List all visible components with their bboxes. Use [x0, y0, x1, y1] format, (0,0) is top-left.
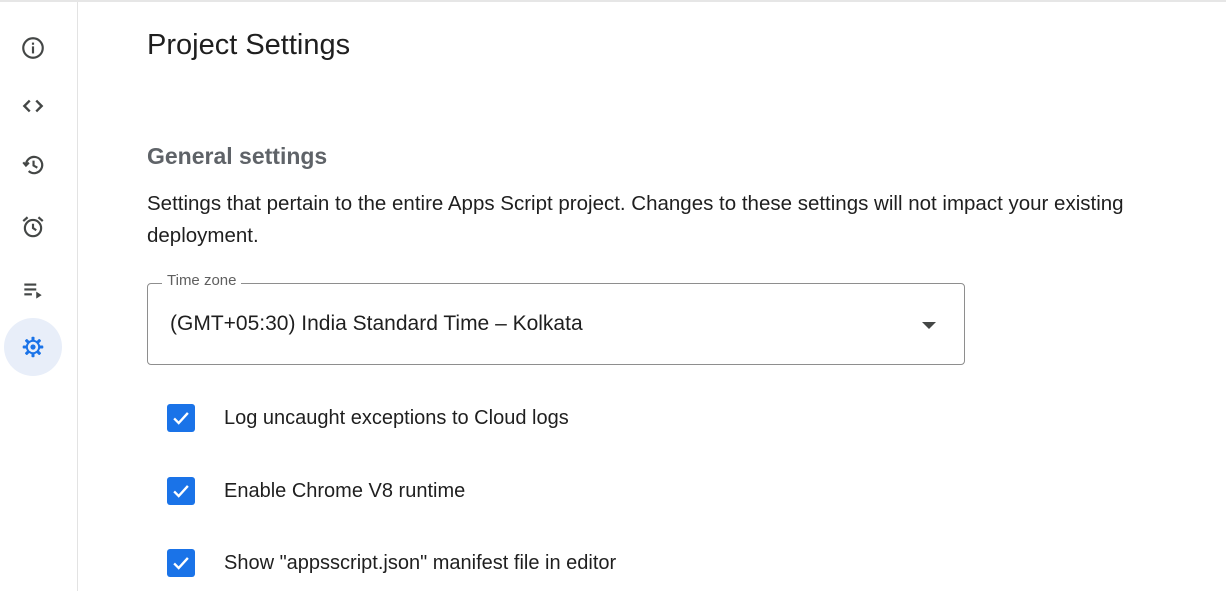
- checkmark-icon: [173, 557, 189, 570]
- apps-script-settings-app: Project Settings General settings Settin…: [0, 0, 1226, 591]
- sidebar-item-project-history[interactable]: [4, 136, 62, 194]
- sidebar-item-project-settings[interactable]: [4, 318, 62, 376]
- chrome-v8-checkbox[interactable]: [167, 477, 195, 505]
- alarm-clock-icon: [22, 216, 44, 238]
- checkmark-icon: [173, 485, 189, 498]
- sidebar-item-triggers[interactable]: [4, 198, 62, 256]
- dropdown-arrow-icon[interactable]: [922, 322, 936, 329]
- left-nav-rail: [0, 2, 78, 591]
- playlist-play-icon: [24, 283, 42, 299]
- show-manifest-checkbox[interactable]: [167, 549, 195, 577]
- sidebar-item-executions[interactable]: [4, 261, 62, 319]
- section-title: General settings: [147, 143, 328, 169]
- gear-icon: [22, 336, 44, 358]
- sidebar-item-editor[interactable]: [4, 77, 62, 135]
- log-exceptions-checkbox[interactable]: [167, 404, 195, 432]
- page-title: Project Settings: [147, 29, 351, 61]
- timezone-value: (GMT+05:30) India Standard Time – Kolkat…: [170, 312, 583, 335]
- timezone-select[interactable]: Time zone (GMT+05:30) India Standard Tim…: [147, 272, 965, 365]
- settings-main: Project Settings General settings Settin…: [147, 0, 1226, 591]
- log-exceptions-label: Log uncaught exceptions to Cloud logs: [224, 406, 569, 429]
- option-log-exceptions: Log uncaught exceptions to Cloud logs: [167, 403, 569, 433]
- option-chrome-v8: Enable Chrome V8 runtime: [167, 476, 465, 506]
- history-icon: [22, 155, 44, 175]
- option-show-manifest: Show "appsscript.json" manifest file in …: [167, 548, 616, 578]
- code-icon: [22, 99, 44, 113]
- section-description: Settings that pertain to the entire Apps…: [147, 192, 1124, 247]
- info-icon: [22, 37, 44, 59]
- checkmark-icon: [173, 412, 189, 425]
- chrome-v8-label: Enable Chrome V8 runtime: [224, 479, 466, 502]
- timezone-label: Time zone: [162, 272, 242, 289]
- show-manifest-label: Show "appsscript.json" manifest file in …: [224, 551, 617, 574]
- sidebar-item-overview[interactable]: [4, 19, 62, 77]
